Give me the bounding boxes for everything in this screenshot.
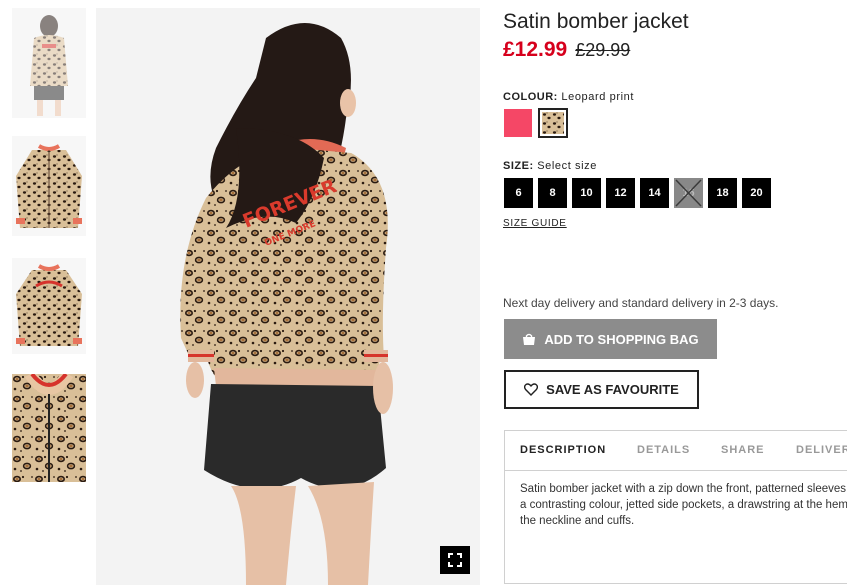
tab-details[interactable]: DETAILS [637, 444, 690, 456]
thumbnail-back-flat[interactable] [12, 258, 86, 354]
main-product-image: FOREVER ONE MORE [96, 8, 480, 585]
description-line: the neckline and cuffs. [520, 515, 635, 527]
swatch-leopard-print[interactable] [538, 108, 568, 138]
size-option-20[interactable]: 20 [742, 178, 771, 208]
description-line: Satin bomber jacket with a zip down the … [520, 483, 847, 495]
add-to-bag-button[interactable]: ADD TO SHOPPING BAG [504, 319, 717, 359]
description-text: Satin bomber jacket with a zip down the … [520, 481, 847, 529]
fullscreen-button[interactable] [440, 546, 470, 574]
thumbnail-collar-detail[interactable] [12, 374, 86, 482]
add-to-bag-label: ADD TO SHOPPING BAG [544, 331, 699, 347]
size-option-10[interactable]: 10 [572, 178, 601, 208]
shopping-bag-icon [523, 333, 536, 345]
size-option-18[interactable]: 18 [708, 178, 737, 208]
product-info-tabs: DESCRIPTION DETAILS SHARE DELIVERY Satin… [504, 430, 847, 584]
size-option-16[interactable]: 16 [674, 178, 703, 208]
tab-description[interactable]: DESCRIPTION [520, 444, 606, 456]
sale-price: £12.99 [503, 38, 568, 61]
product-title: Satin bomber jacket [503, 10, 689, 33]
tab-delivery[interactable]: DELIVERY [796, 444, 847, 456]
size-label: SIZE: [503, 160, 534, 172]
size-option-6[interactable]: 6 [504, 178, 533, 208]
tab-share[interactable]: SHARE [721, 444, 765, 456]
thumbnail-back-view[interactable] [12, 8, 86, 118]
colour-label-row: COLOUR: Leopard print [503, 91, 634, 103]
thumbnail-front-flat[interactable] [12, 136, 86, 236]
delivery-info: Next day delivery and standard delivery … [503, 296, 779, 310]
size-option-8[interactable]: 8 [538, 178, 567, 208]
original-price: £29.99 [575, 40, 631, 60]
heart-icon [524, 383, 539, 396]
size-guide-link[interactable]: SIZE GUIDE [503, 218, 567, 229]
unavailable-cross-icon [675, 179, 702, 207]
colour-selected-value: Leopard print [561, 91, 635, 103]
description-line: a contrasting colour, jetted side pocket… [520, 499, 847, 511]
colour-label: COLOUR: [503, 91, 558, 103]
swatch-pink[interactable] [504, 109, 532, 137]
size-option-14[interactable]: 14 [640, 178, 669, 208]
size-label-row: SIZE: Select size [503, 160, 597, 172]
price-row: £12.99 £29.99 [503, 38, 630, 62]
size-option-12[interactable]: 12 [606, 178, 635, 208]
size-selected-value: Select size [537, 160, 597, 172]
save-favourite-label: SAVE AS FAVOURITE [546, 382, 679, 397]
fullscreen-icon [448, 553, 462, 567]
tab-bar: DESCRIPTION DETAILS SHARE DELIVERY [505, 431, 847, 471]
save-favourite-button[interactable]: SAVE AS FAVOURITE [504, 370, 699, 409]
